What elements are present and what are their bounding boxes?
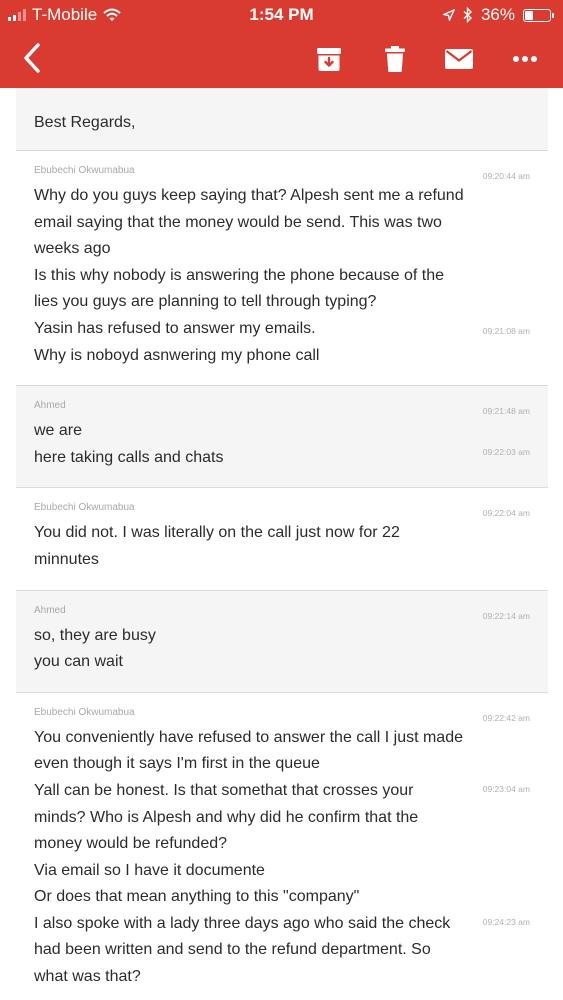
message-line: Yall can be honest. Is that somethat tha… <box>34 778 530 805</box>
toolbar <box>0 30 563 88</box>
message-line: money would be refunded? <box>34 835 228 853</box>
message-line-text: Yall can be honest. Is that somethat tha… <box>34 781 414 799</box>
message-line: email saying that the money would be sen… <box>34 213 442 231</box>
message-line: minnutes <box>34 550 99 568</box>
message-line: you can wait <box>34 653 123 671</box>
message-sender: Ebubechi Okwumabua <box>34 165 135 176</box>
message-line: You did not. I was literally on the call… <box>34 524 400 542</box>
location-icon <box>442 9 455 21</box>
message-line: weeks ago <box>34 240 111 258</box>
message-line: so, they are busy <box>34 626 156 644</box>
message-item: Ahmed 09:22:14 am so, they are busy you … <box>16 590 548 693</box>
battery-percent: 36% <box>480 5 515 24</box>
message-line: minds? Who is Alpesh and why did he conf… <box>34 808 419 826</box>
message-line: what was that? <box>34 968 141 986</box>
message-line: Or does that mean anything to this "comp… <box>34 888 360 906</box>
mark-unread-button[interactable] <box>442 42 476 76</box>
message-timestamp: 09:20:44 am <box>482 171 530 181</box>
delete-button[interactable] <box>378 42 412 76</box>
message-line: we are <box>34 422 83 440</box>
message-line: here taking calls and chats 09:22:03 am <box>34 445 530 472</box>
message-line: Is this why nobody is answering the phon… <box>34 266 445 284</box>
message-sender: Ebubechi Okwumabua <box>34 502 135 514</box>
status-bar: T-Mobile 1:54 PM 36% <box>0 0 563 30</box>
message-line-text: here taking calls and chats <box>34 448 224 466</box>
message-sender: Ahmed <box>34 400 66 412</box>
message-item: Ebubechi Okwumabua 09:22:04 am You did n… <box>16 488 548 591</box>
signature-block: Best Regards, <box>16 88 548 151</box>
message-timestamp: 09:24:23 am <box>482 916 530 927</box>
message-sender: Ahmed <box>34 604 66 616</box>
message-timestamp: 09:22:03 am <box>482 446 530 457</box>
message-item: Ahmed 09:21:48 am we are here taking cal… <box>16 386 548 489</box>
message-line-text: Yasin has refused to answer my emails. <box>34 319 316 337</box>
message-line: had been written and send to the refund … <box>34 941 431 959</box>
message-line: I also spoke with a lady three days ago … <box>34 911 530 938</box>
message-timestamp: 09:21:48 am <box>482 406 530 417</box>
more-button[interactable] <box>508 42 542 76</box>
message-item: Ebubechi Okwumabua 09:20:44 am Why do yo… <box>16 151 548 387</box>
mail-icon <box>445 49 473 69</box>
message-timestamp: 09:22:42 am <box>482 712 530 723</box>
message-timestamp: 09:22:14 am <box>482 610 530 621</box>
message-timestamp: 09:22:04 am <box>482 508 530 519</box>
archive-icon <box>317 48 341 71</box>
app-header: T-Mobile 1:54 PM 36% <box>0 0 563 88</box>
message-sender: Ebubechi Okwumabua <box>34 706 135 718</box>
back-button[interactable] <box>18 40 48 76</box>
message-line: Via email so I have it documente <box>34 861 265 879</box>
message-line-text: I also spoke with a lady three days ago … <box>34 914 451 932</box>
message-timestamp: 09:23:04 am <box>482 783 530 794</box>
battery-fill <box>525 10 533 20</box>
trash-icon <box>385 46 405 72</box>
signature-text: Best Regards, <box>34 114 136 131</box>
chevron-left-icon <box>24 43 40 73</box>
message-line: even though it says I'm first in the que… <box>34 755 320 773</box>
battery-icon <box>523 8 554 22</box>
message-line: Why do you guys keep saying that? Alpesh… <box>34 187 464 204</box>
message-thread[interactable]: Best Regards, Ebubechi Okwumabua 09:20:4… <box>16 88 548 1000</box>
more-icon <box>513 56 537 62</box>
message-line: Yasin has refused to answer my emails. 09… <box>34 316 530 343</box>
message-line: lies you guys are planning to tell throu… <box>34 293 377 311</box>
bluetooth-icon <box>463 7 472 23</box>
message-timestamp: 09:21:08 am <box>482 325 530 336</box>
archive-button[interactable] <box>312 42 346 76</box>
message-line: You conveniently have refused to answer … <box>34 728 463 746</box>
message-line: Why is noboyd asnwering my phone call <box>34 346 320 364</box>
message-item: Ebubechi Okwumabua 09:22:42 am You conve… <box>16 693 548 1000</box>
